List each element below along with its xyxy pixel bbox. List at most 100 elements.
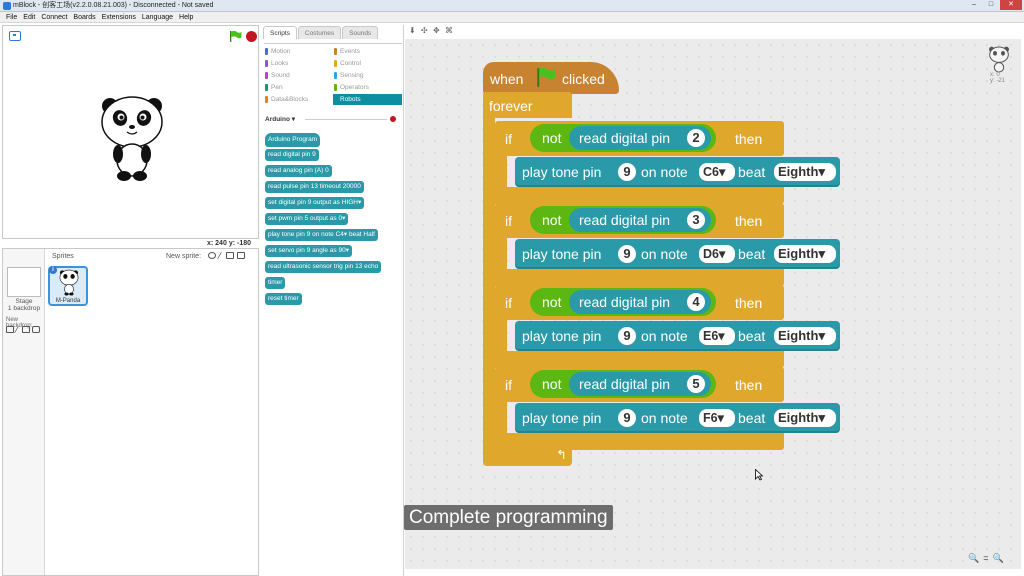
- zoom-controls: 🔍 = 🔍: [968, 553, 1004, 564]
- grow-icon[interactable]: ✥: [433, 27, 440, 35]
- not-operator-block[interactable]: not read digital pin 2: [530, 124, 716, 152]
- tab-sounds[interactable]: Sounds: [342, 26, 379, 39]
- beat-dropdown[interactable]: Eighth▾: [774, 163, 836, 181]
- not-operator-block[interactable]: not read digital pin 3: [530, 206, 716, 234]
- read-digital-pin-block[interactable]: read digital pin 5: [569, 372, 711, 396]
- palette-block-read-digital[interactable]: read digital pin 9: [265, 149, 319, 161]
- minimize-button[interactable]: –: [966, 0, 982, 10]
- palette-block-set-pwm[interactable]: set pwm pin 5 output as 0▾: [265, 213, 349, 225]
- backdrop-library-icon[interactable]: [6, 326, 14, 333]
- tab-scripts[interactable]: Scripts: [263, 26, 297, 39]
- if-block[interactable]: if not read digital pin 3 then: [495, 203, 784, 238]
- category-sound[interactable]: Sound: [264, 70, 333, 81]
- when-flag-clicked-block[interactable]: when clicked: [483, 62, 619, 94]
- category-looks[interactable]: Looks: [264, 58, 333, 69]
- palette-block-arduino-program[interactable]: Arduino Program: [265, 133, 321, 147]
- menu-extensions[interactable]: Extensions: [99, 14, 139, 21]
- category-operators[interactable]: Operators: [333, 82, 402, 93]
- menu-help[interactable]: Help: [176, 14, 196, 21]
- beat-dropdown[interactable]: Eighth▾: [774, 245, 836, 263]
- sprite-tile[interactable]: i M-Panda: [48, 266, 88, 306]
- backdrop-camera-icon[interactable]: [32, 326, 40, 333]
- palette-block-reset-timer[interactable]: reset timer: [265, 293, 302, 305]
- palette-block-set-digital[interactable]: set digital pin 9 output as HIGH▾: [265, 197, 365, 209]
- not-operator-block[interactable]: not read digital pin 4: [530, 288, 716, 316]
- palette-block-set-servo[interactable]: set servo pin 9 angle as 90▾: [265, 245, 352, 257]
- if-block[interactable]: if not read digital pin 2 then: [495, 121, 784, 156]
- menu-boards[interactable]: Boards: [70, 14, 98, 21]
- sprites-label: Sprites: [52, 253, 74, 260]
- play-tone-block[interactable]: play tone pin 9 on note F6▾ beat Eighth▾: [515, 403, 840, 433]
- read-digital-pin-block[interactable]: read digital pin 4: [569, 290, 711, 314]
- fullscreen-icon[interactable]: [9, 31, 21, 41]
- pin-number-input[interactable]: 5: [687, 375, 705, 393]
- palette-block-timer[interactable]: timer: [265, 277, 286, 289]
- palette-block-ultrasonic[interactable]: read ultrasonic sensor trig pin 13 echo: [265, 261, 382, 273]
- palette-block-read-pulse[interactable]: read pulse pin 13 timeout 20000: [265, 181, 364, 193]
- on-note-label: on note: [641, 164, 688, 180]
- pin-number-input[interactable]: 4: [687, 293, 705, 311]
- note-dropdown[interactable]: C6▾: [699, 163, 735, 181]
- category-pen[interactable]: Pen: [264, 82, 333, 93]
- sprite-upload-icon[interactable]: [226, 252, 234, 259]
- play-tone-block[interactable]: play tone pin 9 on note D6▾ beat Eighth▾: [515, 239, 840, 269]
- tab-costumes[interactable]: Costumes: [297, 26, 342, 39]
- pin-number-input[interactable]: 2: [687, 129, 705, 147]
- beat-dropdown[interactable]: Eighth▾: [774, 409, 836, 427]
- note-dropdown[interactable]: E6▾: [699, 327, 735, 345]
- not-operator-block[interactable]: not read digital pin 5: [530, 370, 716, 398]
- if-block[interactable]: if not read digital pin 5 then: [495, 367, 784, 402]
- duplicate-icon[interactable]: ⬇: [409, 27, 416, 35]
- if-block-bottom: [495, 187, 784, 204]
- sprite-position-readout: x: 0 y: -21: [990, 72, 1006, 84]
- category-data-blocks[interactable]: Data&Blocks: [264, 94, 333, 105]
- green-flag-icon[interactable]: [229, 30, 242, 42]
- zoom-out-icon[interactable]: 🔍: [968, 553, 979, 564]
- delete-icon[interactable]: ✣: [421, 27, 428, 35]
- pin-number-input[interactable]: 3: [687, 211, 705, 229]
- stage-column: Stage 1 backdrop New backdrop:: [3, 249, 45, 575]
- play-tone-block[interactable]: play tone pin 9 on note E6▾ beat Eighth▾: [515, 321, 840, 351]
- sprite-camera-icon[interactable]: [237, 252, 245, 259]
- beat-label: beat: [738, 164, 766, 180]
- note-dropdown[interactable]: D6▾: [699, 245, 735, 263]
- backdrop-upload-icon[interactable]: [22, 326, 30, 333]
- beat-dropdown[interactable]: Eighth▾: [774, 327, 836, 345]
- close-button[interactable]: ✕: [1000, 0, 1022, 10]
- read-digital-pin-block[interactable]: read digital pin 3: [569, 208, 711, 232]
- backdrop-paint-icon[interactable]: [13, 326, 23, 333]
- category-motion[interactable]: Motion: [264, 46, 333, 57]
- if-block[interactable]: if not read digital pin 4 then: [495, 285, 784, 320]
- menu-file[interactable]: File: [3, 14, 20, 21]
- palette-block-read-analog[interactable]: read analog pin (A) 0: [265, 165, 332, 177]
- tone-pin-input[interactable]: 9: [618, 163, 636, 181]
- stage-label: Stage 1 backdrop: [7, 298, 41, 312]
- menu-edit[interactable]: Edit: [20, 14, 38, 21]
- shrink-icon[interactable]: ⌘: [445, 27, 453, 35]
- panda-sprite-image[interactable]: [99, 94, 165, 182]
- category-control[interactable]: Control: [333, 58, 402, 69]
- stop-icon[interactable]: [246, 31, 257, 42]
- tone-pin-input[interactable]: 9: [618, 409, 636, 427]
- category-events[interactable]: Events: [333, 46, 402, 57]
- stage-thumbnail[interactable]: [7, 267, 41, 297]
- info-icon[interactable]: i: [49, 266, 57, 274]
- category-sensing[interactable]: Sensing: [333, 70, 402, 81]
- stage[interactable]: [2, 25, 259, 239]
- note-dropdown[interactable]: F6▾: [699, 409, 735, 427]
- tone-pin-input[interactable]: 9: [618, 327, 636, 345]
- forever-block[interactable]: forever: [483, 92, 572, 118]
- category-robots[interactable]: Robots: [333, 94, 402, 105]
- zoom-reset-icon[interactable]: =: [983, 553, 988, 564]
- menu-connect[interactable]: Connect: [38, 14, 70, 21]
- tone-pin-input[interactable]: 9: [618, 245, 636, 263]
- menu-language[interactable]: Language: [139, 14, 176, 21]
- read-digital-pin-block[interactable]: read digital pin 2: [569, 126, 711, 150]
- maximize-button[interactable]: □: [983, 0, 999, 10]
- palette-block-play-tone[interactable]: play tone pin 9 on note C4▾ beat Half: [265, 229, 378, 241]
- sprite-paint-icon[interactable]: [216, 252, 226, 259]
- zoom-in-icon[interactable]: 🔍: [992, 553, 1003, 564]
- arduino-section-header[interactable]: Arduino ▾: [265, 115, 400, 123]
- sprite-library-icon[interactable]: [208, 252, 216, 259]
- play-tone-block[interactable]: play tone pin 9 on note C6▾ beat Eighth▾: [515, 157, 840, 187]
